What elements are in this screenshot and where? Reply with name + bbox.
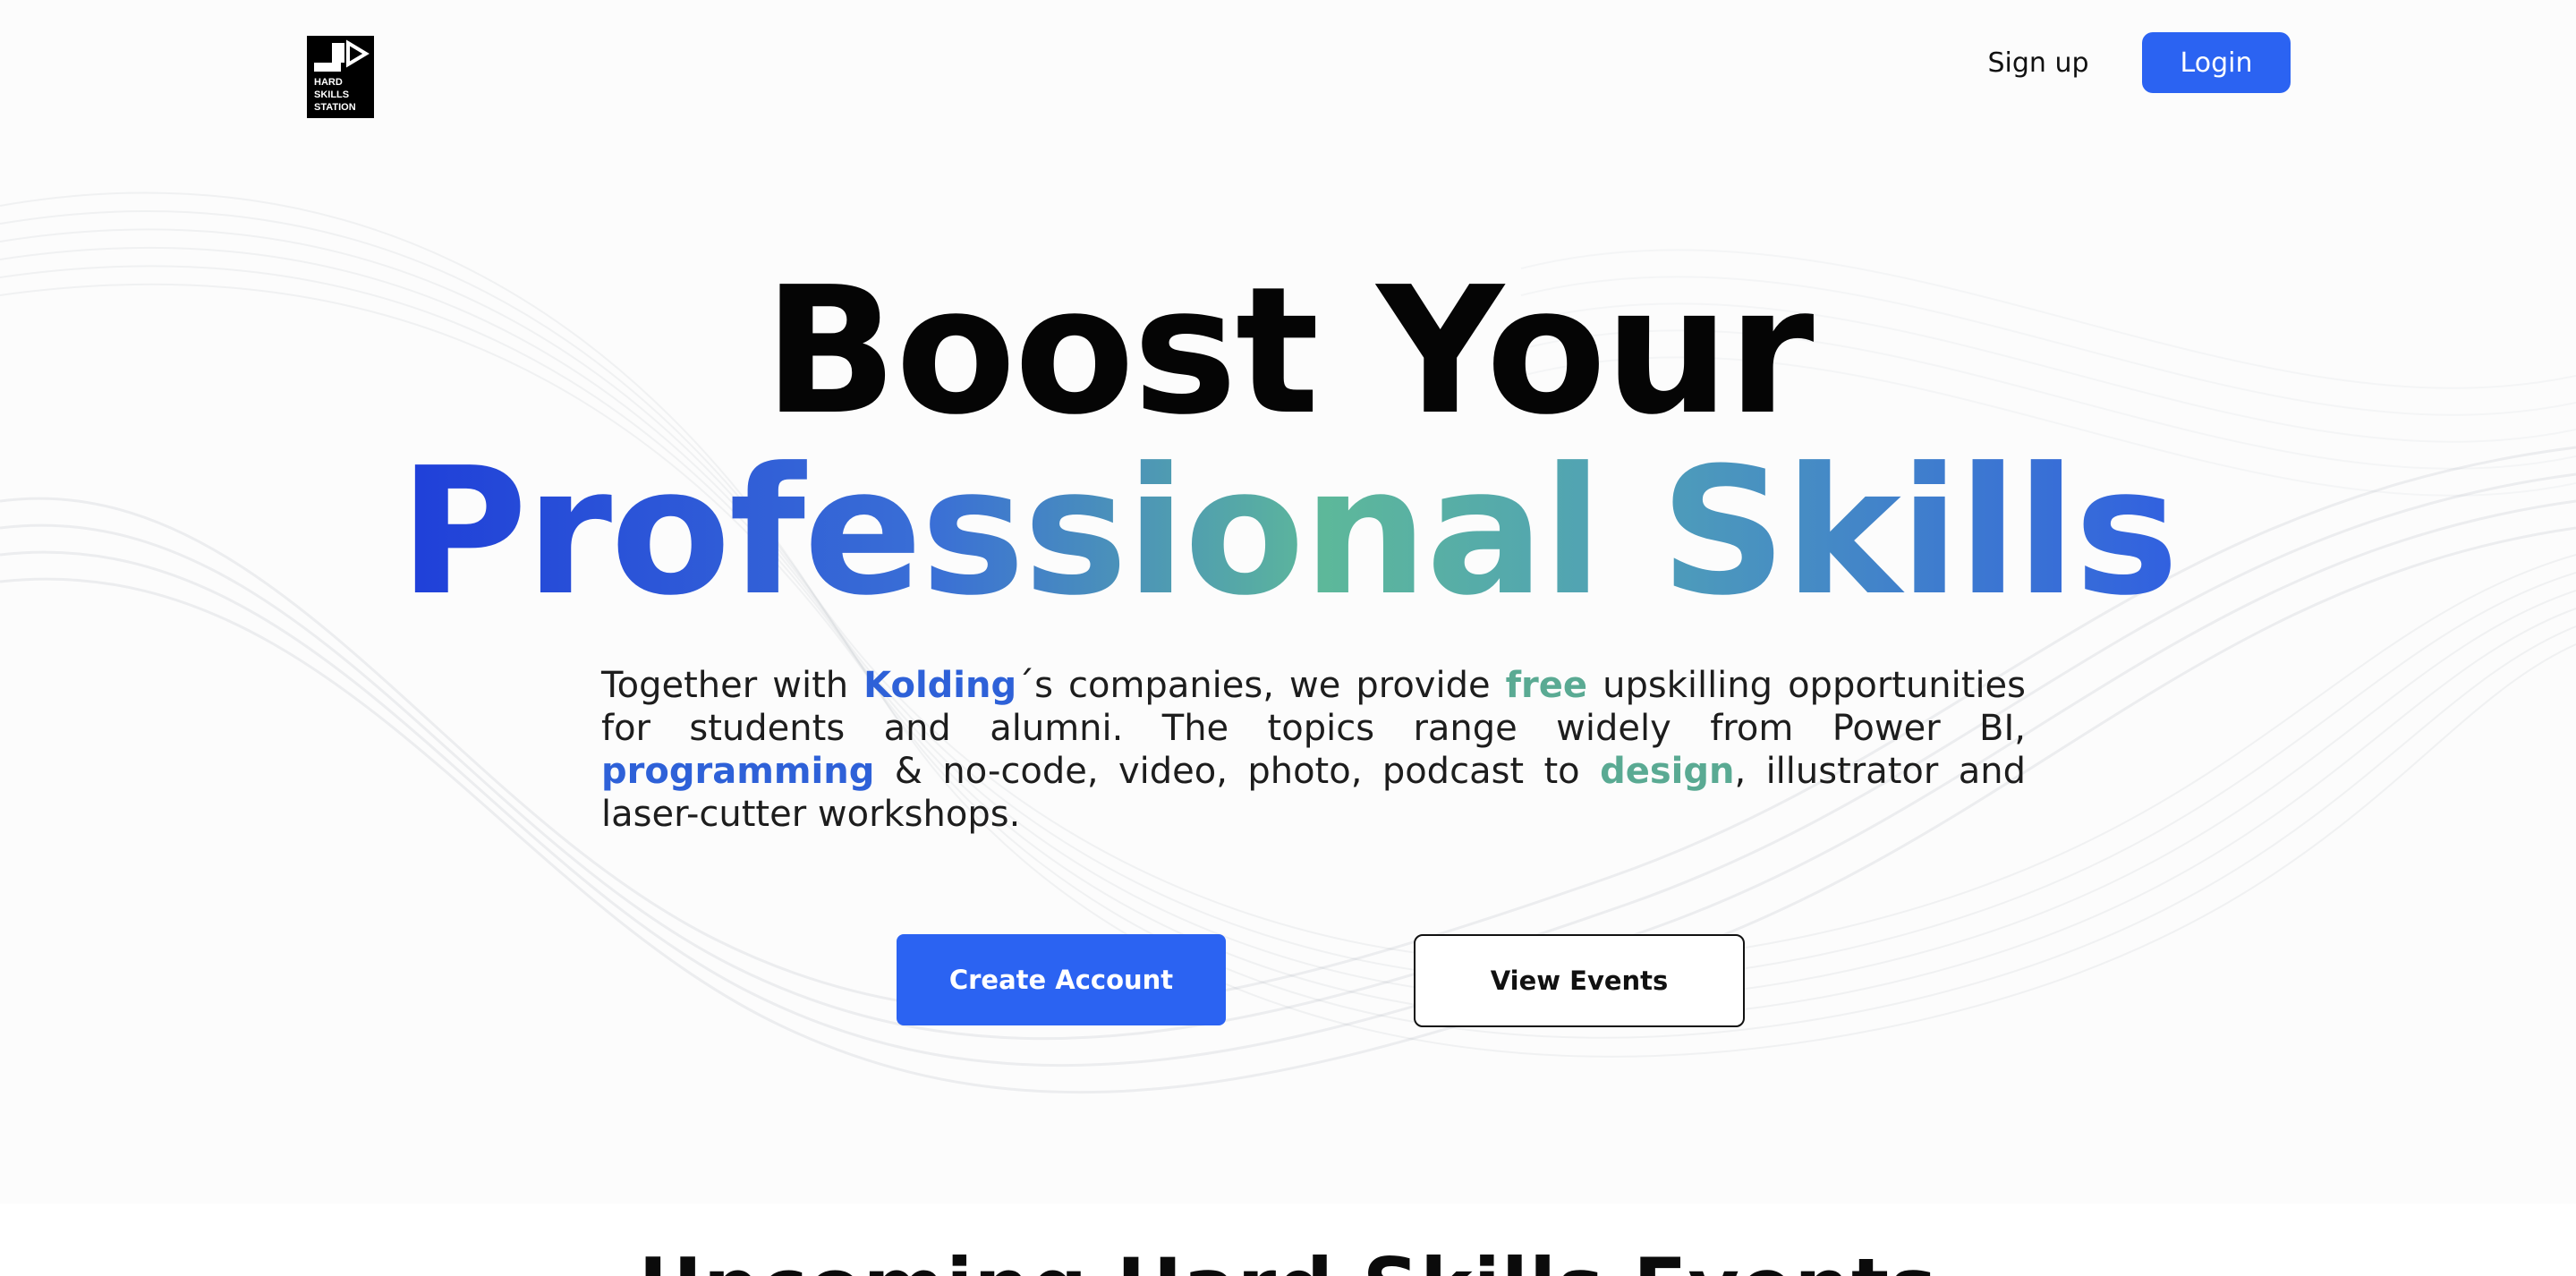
landing-page: HARD SKILLS STATION Sign up Login Boost … [0,0,2576,1276]
logo-text-line-2: SKILLS [314,89,349,100]
hero-text-2: ´s companies, we provide [1016,665,1506,706]
login-button[interactable]: Login [2142,32,2291,93]
view-events-button[interactable]: View Events [1414,934,1745,1027]
logo-text-line-3: STATION [314,102,356,113]
hero-description: Together with Kolding´s companies, we pr… [601,664,2026,836]
hero-title-line-2-wrap: Professional Skills [0,440,2576,625]
highlight-programming: programming [601,751,875,792]
hero-text-1: Together with [601,665,864,706]
highlight-kolding: Kolding [863,665,1017,706]
create-account-button[interactable]: Create Account [897,934,1226,1025]
hero-text-4: & no-code, video, photo, podcast to [874,751,1601,792]
signup-link[interactable]: Sign up [1960,32,2117,93]
hero-title-line-2: Professional Skills [398,430,2179,634]
logo-text-line-1: HARD [314,77,343,88]
upcoming-events-heading: Upcoming Hard Skills Events [0,1248,2576,1276]
highlight-free: free [1505,665,1588,706]
highlight-design: design [1600,751,1735,792]
hard-skills-station-logo[interactable]: HARD SKILLS STATION [307,36,374,118]
hero-title-line-1: Boost Your [763,250,1814,454]
